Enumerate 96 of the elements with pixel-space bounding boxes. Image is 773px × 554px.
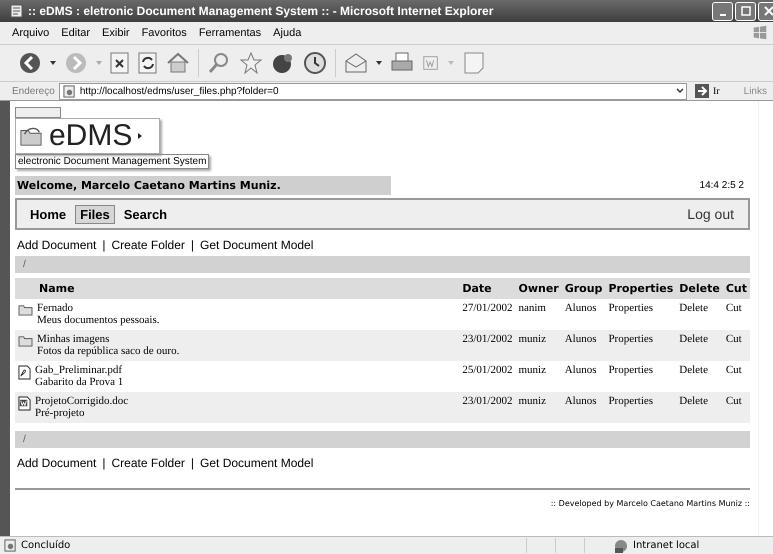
minimize-icon xyxy=(720,14,726,16)
path-text: / xyxy=(23,259,26,270)
properties-link[interactable]: Properties xyxy=(608,364,654,376)
column-header: Properties xyxy=(605,278,676,299)
properties-link[interactable]: Properties xyxy=(608,302,654,314)
file-description: Fotos da república saco de ouro. xyxy=(37,345,180,357)
dropdown-arrow-icon[interactable] xyxy=(376,61,382,65)
history-icon[interactable] xyxy=(303,51,327,75)
owner-text: muniz xyxy=(518,364,546,376)
menu-item[interactable]: Editar xyxy=(61,27,90,39)
column-header: Delete xyxy=(676,278,723,299)
separator: | xyxy=(190,456,194,470)
action-link[interactable]: Create Folder xyxy=(112,456,185,470)
menu-item[interactable]: Ferramentas xyxy=(198,27,262,39)
nav-tab[interactable]: Search xyxy=(118,204,172,224)
folder-icon xyxy=(19,125,43,147)
cut-link[interactable]: Cut xyxy=(726,302,742,314)
column-header: Date xyxy=(459,278,516,299)
group-text: Alunos xyxy=(564,395,596,407)
search-icon[interactable] xyxy=(207,51,231,75)
file-link[interactable]: Fernado xyxy=(37,302,160,314)
tagline: electronic Document Management System xyxy=(15,154,210,169)
status-text: Concluído xyxy=(21,540,70,551)
maximize-icon xyxy=(740,6,750,16)
minimize-button[interactable] xyxy=(712,2,733,20)
footer-text: :: Developed by Marcelo Caetano Martins Muniz :: xyxy=(550,499,750,508)
owner-text: muniz xyxy=(518,395,546,407)
action-link[interactable]: Create Folder xyxy=(112,238,185,252)
folder-icon xyxy=(18,334,33,347)
close-button[interactable] xyxy=(758,2,773,20)
group-text: Alunos xyxy=(564,364,596,376)
stop-icon[interactable] xyxy=(110,52,130,74)
action-link[interactable]: Get Document Model xyxy=(200,456,314,470)
date-text: 27/01/2002 xyxy=(462,302,512,314)
menu-item[interactable]: Exibir xyxy=(102,27,130,39)
network-icon xyxy=(613,538,629,552)
separator: | xyxy=(102,456,106,470)
column-header: Group xyxy=(562,278,606,299)
address-field[interactable]: http://localhost/edms/user_files.php?folder=0 xyxy=(58,82,687,100)
owner-text: nanim xyxy=(518,302,546,314)
media-icon[interactable] xyxy=(271,51,295,75)
group-text: Alunos xyxy=(564,333,596,345)
column-header: Cut xyxy=(722,278,750,299)
cut-link[interactable]: Cut xyxy=(726,364,742,376)
path-text: / xyxy=(23,434,26,445)
logout-link[interactable]: Log out xyxy=(681,205,740,223)
menu-item[interactable]: Favoritos xyxy=(142,27,187,39)
dropdown-arrow-icon[interactable] xyxy=(50,61,56,65)
nav-tab[interactable]: Files xyxy=(75,204,115,224)
file-link[interactable]: ProjetoCorrigido.doc xyxy=(35,395,128,407)
column-header: Name xyxy=(15,278,460,299)
arrow-icon xyxy=(138,133,142,139)
star-icon[interactable] xyxy=(239,51,263,75)
word-file-icon xyxy=(18,396,31,411)
separator: | xyxy=(190,238,194,252)
refresh-icon[interactable] xyxy=(138,52,158,74)
delete-link[interactable]: Delete xyxy=(679,364,708,376)
date-text: 25/01/2002 xyxy=(462,364,512,376)
pdf-file-icon xyxy=(18,365,31,380)
empty-box xyxy=(15,107,61,118)
logo-text: eDMS xyxy=(49,121,132,151)
menu-item[interactable]: Arquivo xyxy=(12,27,50,39)
action-link[interactable]: Add Document xyxy=(17,456,96,470)
menu-item[interactable]: Ajuda xyxy=(273,27,302,39)
arrow-icon xyxy=(694,84,709,98)
group-text: Alunos xyxy=(564,302,596,314)
delete-link[interactable]: Delete xyxy=(679,302,708,314)
file-link[interactable]: Gab_Preliminar.pdf xyxy=(35,364,124,376)
file-description: Meus documentos pessoais. xyxy=(37,314,160,326)
file-link[interactable]: Minhas imagens xyxy=(37,333,180,345)
close-icon xyxy=(764,6,773,16)
page-icon xyxy=(10,4,24,18)
windows-logo-icon xyxy=(751,24,769,42)
column-header: Owner xyxy=(515,278,562,299)
window-title: :: eDMS : eletronic Document Management System :: - Microsoft Internet Explorer xyxy=(28,4,494,18)
go-button[interactable]: Ir xyxy=(690,84,740,98)
action-link[interactable]: Add Document xyxy=(17,238,96,252)
separator: | xyxy=(102,238,106,252)
action-link[interactable]: Get Document Model xyxy=(200,238,314,252)
nav-tab[interactable]: Home xyxy=(25,204,72,224)
maximize-button[interactable] xyxy=(735,2,756,20)
file-description: Gabarito da Prova 1 xyxy=(35,376,124,388)
mail-icon[interactable] xyxy=(344,51,368,75)
file-description: Pré-projeto xyxy=(35,407,86,419)
date-text: 23/01/2002 xyxy=(462,333,512,345)
home-icon[interactable] xyxy=(166,51,190,75)
page-icon xyxy=(62,84,76,98)
owner-text: muniz xyxy=(518,333,546,345)
folder-icon xyxy=(18,303,33,316)
clock-text: 14:4 2:5 2 xyxy=(700,180,745,191)
back-icon[interactable] xyxy=(18,51,42,75)
date-text: 23/01/2002 xyxy=(462,395,512,407)
note-icon[interactable] xyxy=(462,51,486,75)
zone-text: Intranet local xyxy=(633,540,700,551)
address-label: Endereço xyxy=(12,86,55,96)
welcome-bar: Welcome, Marcelo Caetano Martins Muniz. xyxy=(15,176,391,195)
